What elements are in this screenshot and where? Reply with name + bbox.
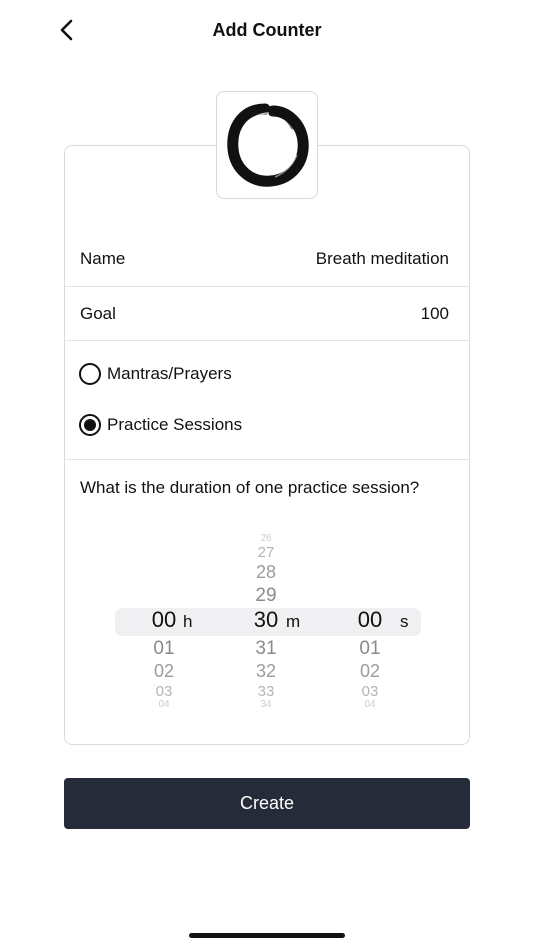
- radio-checked-icon: [79, 414, 101, 436]
- name-value[interactable]: Breath meditation: [316, 249, 449, 269]
- minutes-selected: 30: [253, 607, 279, 632]
- home-indicator[interactable]: [189, 933, 345, 938]
- name-row[interactable]: Name Breath meditation: [65, 231, 469, 286]
- minutes-option: 29: [255, 585, 277, 606]
- seconds-selected: 00: [357, 607, 383, 632]
- hours-option: 02: [153, 661, 175, 681]
- name-label: Name: [80, 248, 126, 268]
- minutes-option: 26: [260, 533, 272, 544]
- enso-circle-icon: [227, 103, 309, 187]
- create-button[interactable]: Create: [64, 778, 470, 829]
- goal-label: Goal: [80, 304, 116, 323]
- minutes-option: 32: [255, 661, 277, 681]
- divider: [65, 340, 469, 341]
- goal-row[interactable]: Goal 100: [65, 286, 469, 341]
- hours-selected: 00: [151, 607, 177, 632]
- radio-unchecked-icon: [79, 363, 101, 385]
- seconds-option: 02: [359, 661, 381, 681]
- duration-question: What is the duration of one practice ses…: [80, 478, 420, 497]
- hours-unit: h: [183, 612, 193, 631]
- header: Add Counter: [0, 0, 534, 60]
- seconds-unit: s: [400, 612, 409, 631]
- minutes-unit: m: [286, 612, 301, 631]
- hours-option: 03: [155, 683, 173, 700]
- counter-form-card: Name Breath meditation Goal 100 Mantras/…: [64, 145, 470, 745]
- minutes-option: 28: [255, 562, 277, 582]
- radio-label: Mantras/Prayers: [107, 364, 232, 383]
- minutes-option: 33: [257, 683, 275, 700]
- radio-label: Practice Sessions: [107, 415, 243, 434]
- radio-practice-sessions[interactable]: Practice Sessions: [79, 414, 242, 436]
- goal-value[interactable]: 100: [421, 304, 449, 324]
- minutes-option: 34: [260, 699, 272, 710]
- minutes-option: 27: [257, 544, 275, 561]
- page-title: Add Counter: [212, 20, 322, 40]
- counter-image-button[interactable]: [216, 91, 318, 199]
- hours-option: 01: [153, 638, 175, 659]
- seconds-option: 01: [359, 638, 381, 659]
- duration-picker[interactable]: 00 01 02 03 04 26 27 28 29 30 31 32 33 3…: [65, 531, 469, 711]
- radio-mantras-prayers[interactable]: Mantras/Prayers: [79, 363, 232, 385]
- divider: [65, 459, 469, 460]
- minutes-option: 31: [255, 638, 277, 659]
- hours-option: 04: [158, 699, 170, 710]
- seconds-option: 03: [361, 683, 379, 700]
- seconds-option: 04: [364, 699, 376, 710]
